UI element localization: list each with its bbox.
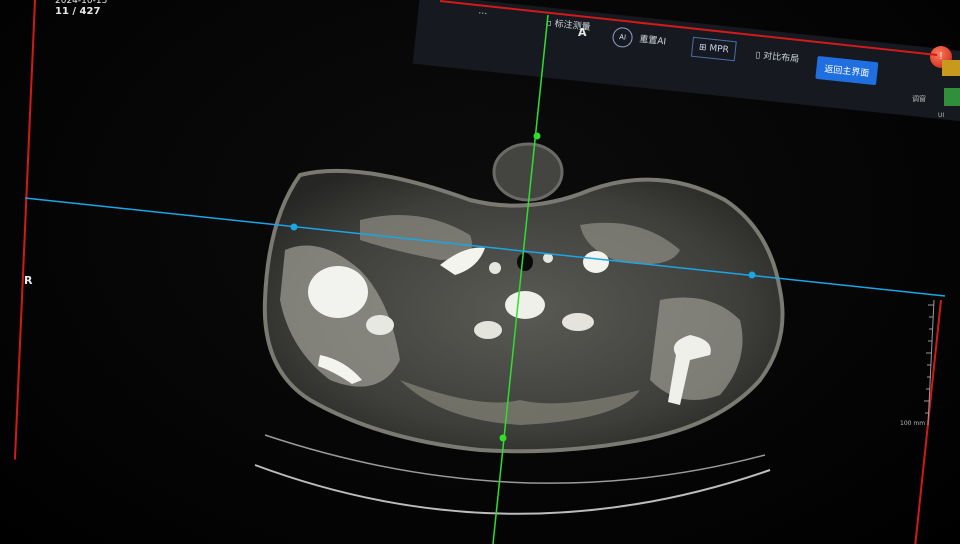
ct-axial-image[interactable] (0, 0, 960, 544)
left-clavicle (583, 251, 609, 273)
vertebral-body (505, 291, 545, 319)
ct-viewer-screen: … ▫ 标注测量 AI 重置AI ⊞ MPR ▯ 对比布局 返回主界面 ! 20… (0, 0, 960, 544)
jaw-region (492, 142, 564, 202)
crosshair-handle-right (748, 271, 756, 279)
right-scapula-part (366, 315, 394, 335)
rib-left (562, 313, 594, 331)
right-humeral-head (308, 266, 368, 318)
ct-table-line-2 (254, 464, 771, 515)
vessel-right (489, 262, 501, 274)
crosshair-handle-top (533, 132, 541, 140)
rib-right (474, 321, 502, 339)
crosshair-handle-bottom (499, 434, 507, 442)
trachea (517, 253, 533, 271)
crosshair-handle-left (290, 223, 298, 231)
scale-bar (927, 299, 935, 426)
